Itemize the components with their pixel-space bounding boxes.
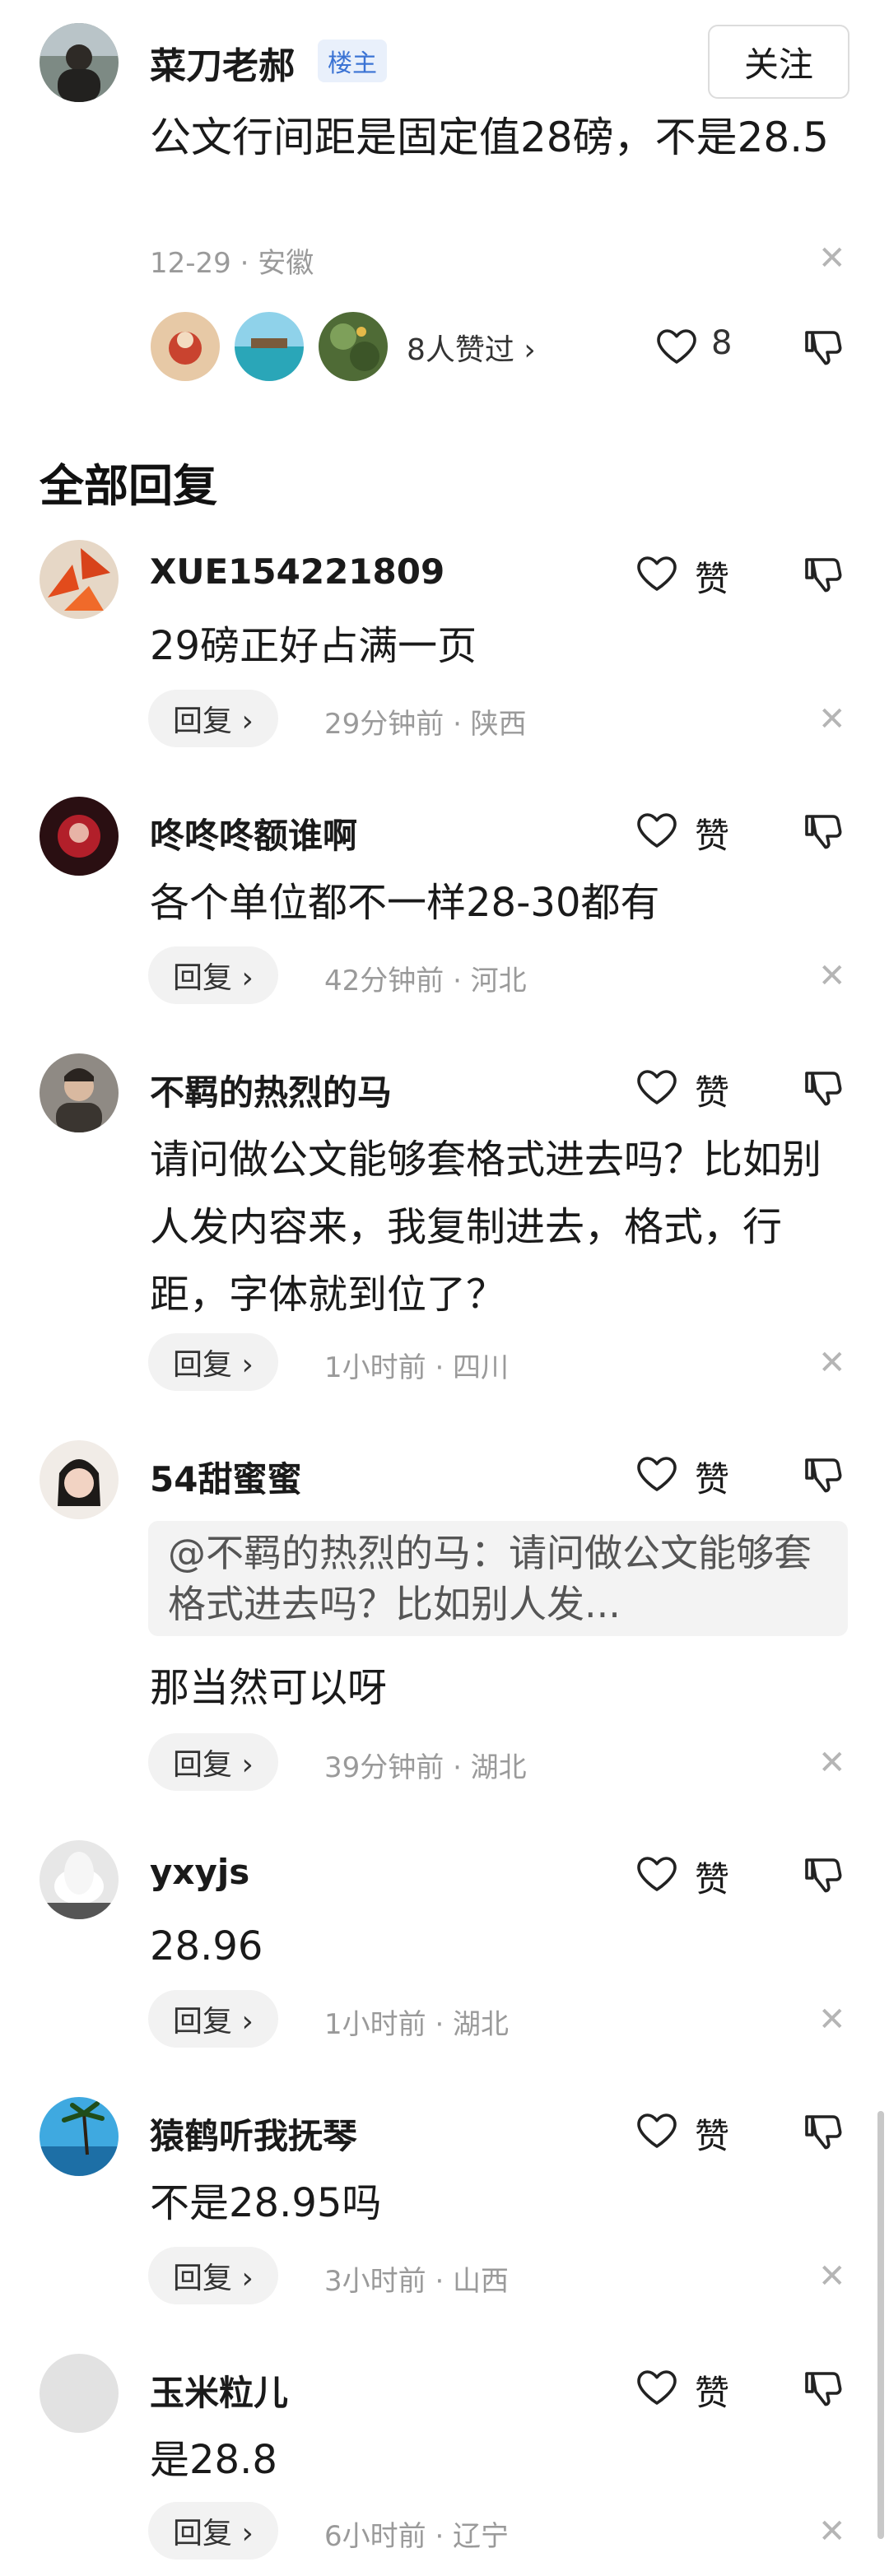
reply-avatar[interactable] bbox=[40, 1440, 119, 1519]
heart-icon[interactable] bbox=[635, 555, 678, 593]
liker-avatar-2[interactable] bbox=[232, 309, 306, 384]
like-label[interactable]: 赞 bbox=[695, 808, 729, 858]
op-badge: 楼主 bbox=[318, 40, 387, 82]
reply-text: 不是28.95吗 bbox=[150, 2180, 382, 2226]
reply-text: 那当然可以呀 bbox=[150, 1665, 388, 1711]
reply-meta: 1小时前 · 四川 bbox=[324, 1351, 510, 1384]
dislike-icon[interactable] bbox=[802, 326, 845, 369]
reply-button[interactable]: 回复 › bbox=[148, 2247, 278, 2304]
reply-meta: 1小时前 · 湖北 bbox=[324, 2008, 510, 2041]
quoted-reply[interactable]: @不羁的热烈的马：请问做公文能够套格式进去吗？比如别人发... bbox=[148, 1521, 848, 1636]
op-comment-text: 公文行间距是固定值28磅，不是28.5 bbox=[150, 114, 829, 161]
close-icon[interactable]: ✕ bbox=[818, 960, 846, 993]
reply-meta: 42分钟前 · 河北 bbox=[324, 965, 527, 997]
heart-icon[interactable] bbox=[655, 328, 698, 365]
reply-text: 是28.8 bbox=[150, 2437, 277, 2483]
heart-icon[interactable] bbox=[635, 2112, 678, 2150]
close-icon[interactable]: ✕ bbox=[818, 2515, 846, 2548]
like-label[interactable]: 赞 bbox=[695, 2365, 729, 2416]
liker-avatar-1[interactable] bbox=[148, 309, 222, 384]
op-meta: 12-29 · 安徽 bbox=[150, 247, 314, 280]
reply-username[interactable]: 猿鹤听我抚琴 bbox=[150, 2109, 357, 2159]
reply-text: 请问做公文能够套格式进去吗？比如别人发内容来，我复制进去，格式，行距，字体就到位… bbox=[150, 1137, 822, 1318]
scrollbar[interactable] bbox=[877, 2111, 884, 2539]
reply-avatar[interactable] bbox=[40, 1053, 119, 1132]
reply-username[interactable]: 玉米粒儿 bbox=[150, 2365, 288, 2416]
dislike-icon[interactable] bbox=[802, 1853, 845, 1896]
like-label[interactable]: 赞 bbox=[695, 1452, 729, 1502]
heart-icon[interactable] bbox=[635, 2369, 678, 2406]
reply-button[interactable]: 回复 › bbox=[148, 690, 278, 747]
reply-avatar[interactable] bbox=[40, 2097, 119, 2176]
reply-meta: 29分钟前 · 陕西 bbox=[324, 708, 527, 741]
section-title-all-replies: 全部回复 bbox=[40, 460, 217, 512]
reply-button[interactable]: 回复 › bbox=[148, 946, 278, 1004]
dislike-icon[interactable] bbox=[802, 1067, 845, 1109]
like-count: 8 bbox=[711, 324, 733, 362]
reply-username[interactable]: XUE154221809 bbox=[150, 551, 444, 592]
reply-text: 29磅正好占满一页 bbox=[150, 623, 477, 669]
reply-text: 各个单位都不一样28-30都有 bbox=[150, 880, 660, 926]
like-label[interactable]: 赞 bbox=[695, 551, 729, 602]
dislike-icon[interactable] bbox=[802, 810, 845, 853]
reply-button[interactable]: 回复 › bbox=[148, 1333, 278, 1391]
reply-text: 28.96 bbox=[150, 1923, 263, 1969]
liker-avatar-3[interactable] bbox=[316, 309, 390, 384]
heart-icon[interactable] bbox=[635, 1855, 678, 1893]
op-username[interactable]: 菜刀老郝 bbox=[150, 36, 295, 89]
reply-username[interactable]: yxyjs bbox=[150, 1852, 249, 1892]
reply-avatar[interactable] bbox=[40, 2354, 119, 2433]
close-icon[interactable]: ✕ bbox=[818, 2003, 846, 2036]
op-avatar[interactable] bbox=[40, 23, 119, 102]
dislike-icon[interactable] bbox=[802, 2110, 845, 2153]
heart-icon[interactable] bbox=[635, 1455, 678, 1493]
heart-icon[interactable] bbox=[635, 1068, 678, 1106]
reply-meta: 3小时前 · 山西 bbox=[324, 2265, 510, 2298]
close-icon[interactable]: ✕ bbox=[818, 1746, 846, 1779]
reply-meta: 39分钟前 · 湖北 bbox=[324, 1751, 527, 1784]
reply-button[interactable]: 回复 › bbox=[148, 1990, 278, 2048]
reply-button[interactable]: 回复 › bbox=[148, 2502, 278, 2560]
follow-button[interactable]: 关注 bbox=[708, 25, 849, 99]
reply-username[interactable]: 54甜蜜蜜 bbox=[150, 1452, 301, 1502]
reply-avatar[interactable] bbox=[40, 797, 119, 876]
like-label[interactable]: 赞 bbox=[695, 1852, 729, 1902]
dislike-icon[interactable] bbox=[802, 553, 845, 596]
likers-summary[interactable]: 8人赞过 › bbox=[407, 326, 536, 369]
close-icon[interactable]: ✕ bbox=[818, 2260, 846, 2293]
reply-username[interactable]: 不羁的热烈的马 bbox=[150, 1065, 392, 1115]
dislike-icon[interactable] bbox=[802, 1453, 845, 1496]
close-icon[interactable]: ✕ bbox=[818, 1346, 846, 1379]
close-icon[interactable]: ✕ bbox=[818, 703, 846, 736]
reply-avatar[interactable] bbox=[40, 1840, 119, 1919]
reply-meta: 6小时前 · 辽宁 bbox=[324, 2520, 510, 2553]
like-label[interactable]: 赞 bbox=[695, 2109, 729, 2159]
like-label[interactable]: 赞 bbox=[695, 1065, 729, 1115]
close-icon[interactable]: ✕ bbox=[818, 242, 846, 275]
reply-avatar[interactable] bbox=[40, 540, 119, 619]
dislike-icon[interactable] bbox=[802, 2367, 845, 2410]
heart-icon[interactable] bbox=[635, 811, 678, 849]
reply-button[interactable]: 回复 › bbox=[148, 1733, 278, 1791]
reply-username[interactable]: 咚咚咚额谁啊 bbox=[150, 808, 357, 858]
